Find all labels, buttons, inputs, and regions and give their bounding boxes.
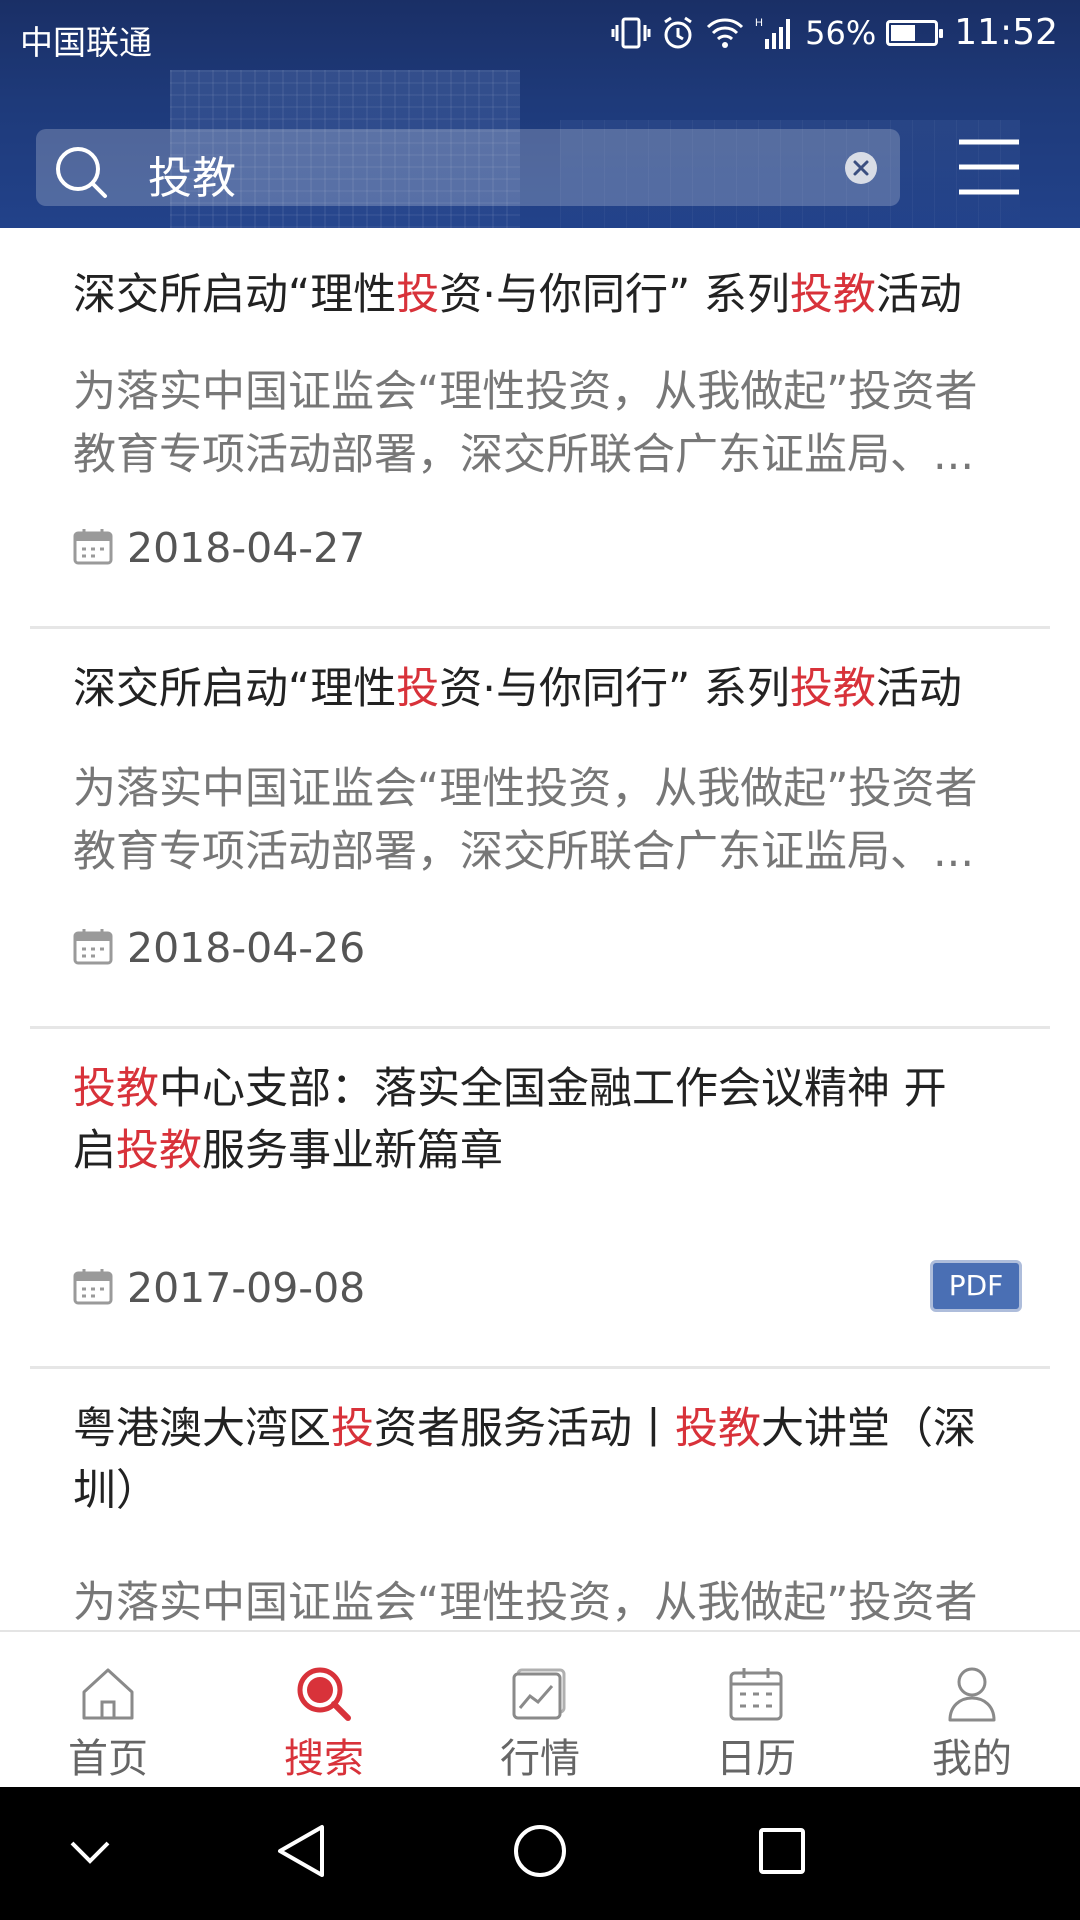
title-line: 圳） (73, 1466, 159, 1516)
summary-line: 为落实中国证监会“理性投资，从我做起”投资者 (73, 764, 978, 814)
home-circle-icon[interactable] (510, 1821, 570, 1885)
tab-home[interactable]: 首页 (0, 1632, 216, 1789)
title-highlight: 投教 (789, 664, 876, 714)
title-segment: 资·与你同行” 系列 (439, 664, 790, 714)
summary-line: 为落实中国证监会“理性投资，从我做起”投资者 (73, 1578, 978, 1628)
result-title: 投教中心支部：落实全国金融工作会议精神 开 启投教服务事业新篇章 (73, 1058, 1043, 1182)
tab-label: 我的 (932, 1736, 1012, 1782)
title-line: 粤港澳大湾区投资者服务活动丨投教大讲堂（深 (73, 1398, 1043, 1460)
tab-profile[interactable]: 我的 (864, 1632, 1080, 1789)
title-highlight: 投教 (73, 1064, 159, 1114)
list-item[interactable]: 粤港澳大湾区投资者服务活动丨投教大讲堂（深 圳） 为落实中国证监会“理性投资，从… (30, 1368, 1050, 1630)
result-date: 2017-09-08 (127, 1264, 366, 1312)
summary-line: 为落实中国证监会“理性投资，从我做起”投资者 (73, 367, 978, 417)
tab-label: 首页 (68, 1736, 148, 1782)
user-icon (942, 1664, 1002, 1724)
list-item[interactable]: 深交所启动“理性投资·与你同行” 系列投教活动 为落实中国证监会“理性投资，从我… (30, 228, 1050, 629)
date-row: 2017-09-08 (73, 1264, 365, 1312)
date-row: 2018-04-26 (73, 924, 365, 972)
vibrate-icon (611, 15, 651, 51)
tab-search[interactable]: 搜索 (216, 1632, 432, 1789)
clear-icon[interactable] (844, 151, 878, 189)
result-date: 2018-04-27 (127, 524, 366, 572)
title-segment: 中心支部：落实全国金融工作会议精神 开 (159, 1064, 947, 1114)
title-segment: 启 (73, 1126, 116, 1176)
result-date: 2018-04-26 (127, 924, 366, 972)
chart-icon (510, 1664, 570, 1724)
list-item[interactable]: 投教中心支部：落实全国金融工作会议精神 开 启投教服务事业新篇章 2017-09… (30, 1028, 1050, 1369)
chevron-down-icon[interactable] (68, 1821, 112, 1885)
title-highlight: 投教 (789, 270, 876, 320)
alarm-icon (661, 15, 695, 51)
tab-calendar[interactable]: 日历 (648, 1632, 864, 1789)
calendar-icon (73, 1267, 113, 1309)
calendar-icon (726, 1664, 786, 1724)
pdf-badge[interactable]: PDF (930, 1260, 1022, 1312)
search-query-text[interactable]: 投教 (148, 142, 236, 206)
summary-line: 教育专项活动部署，深交所联合广东证监局、... (73, 430, 975, 480)
system-navigation-bar (0, 1787, 1080, 1920)
result-summary: 为落实中国证监会“理性投资，从我做起”投资者 (73, 1572, 1043, 1630)
result-title: 深交所启动“理性投资·与你同行” 系列投教活动 (73, 264, 1043, 326)
result-title: 粤港澳大湾区投资者服务活动丨投教大讲堂（深 圳） (73, 1398, 1043, 1522)
title-highlight: 投教 (675, 1404, 761, 1454)
title-segment: 服务事业新篇章 (202, 1126, 503, 1176)
signal-icon: H (755, 15, 795, 51)
status-icons: H 56% 11:52 (611, 12, 1058, 53)
title-segment: 粤港澳大湾区 (73, 1404, 331, 1454)
back-icon[interactable] (272, 1821, 332, 1885)
status-bar: 中国联通 H 56% 11:52 (0, 0, 1080, 72)
title-segment: 活动 (875, 270, 962, 320)
summary-line: 教育专项活动部署，深交所联合广东证监局、... (73, 827, 975, 877)
result-summary: 为落实中国证监会“理性投资，从我做起”投资者 教育专项活动部署，深交所联合广东证… (73, 361, 1043, 487)
title-segment: 活动 (875, 664, 962, 714)
search-icon (52, 143, 110, 205)
battery-percent: 56% (805, 13, 877, 52)
calendar-icon (73, 927, 113, 969)
menu-icon[interactable] (957, 138, 1021, 200)
battery-icon (886, 19, 944, 46)
title-line: 投教中心支部：落实全国金融工作会议精神 开 (73, 1058, 1043, 1120)
title-highlight: 投教 (116, 1126, 202, 1176)
tab-label: 搜索 (284, 1736, 364, 1782)
search-input[interactable]: 投教 (36, 129, 900, 206)
tab-market[interactable]: 行情 (432, 1632, 648, 1789)
status-time: 11:52 (954, 12, 1058, 53)
title-segment: 大讲堂（深 (761, 1404, 976, 1454)
title-segment: 深交所启动“理性 (73, 270, 397, 320)
result-summary: 为落实中国证监会“理性投资，从我做起”投资者 教育专项活动部署，深交所联合广东证… (73, 758, 1043, 884)
title-segment: 资·与你同行” 系列 (439, 270, 790, 320)
recent-apps-icon[interactable] (752, 1821, 812, 1885)
title-segment: 资者服务活动丨 (374, 1404, 675, 1454)
wifi-icon (705, 15, 745, 51)
search-icon (294, 1664, 354, 1724)
title-highlight: 投 (396, 664, 440, 714)
result-title: 深交所启动“理性投资·与你同行” 系列投教活动 (73, 658, 1043, 720)
app-header: 中国联通 H 56% 11:52 投教 (0, 0, 1080, 228)
list-item[interactable]: 深交所启动“理性投资·与你同行” 系列投教活动 为落实中国证监会“理性投资，从我… (30, 628, 1050, 1029)
title-segment: 深交所启动“理性 (73, 664, 397, 714)
search-results-list: 深交所启动“理性投资·与你同行” 系列投教活动 为落实中国证监会“理性投资，从我… (0, 228, 1080, 1630)
bottom-tab-bar: 首页 搜索 行情 日历 我的 (0, 1630, 1080, 1787)
tab-label: 行情 (500, 1736, 580, 1782)
carrier-name: 中国联通 (20, 23, 152, 62)
calendar-icon (73, 527, 113, 569)
svg-text:H: H (755, 17, 763, 29)
title-highlight: 投 (396, 270, 440, 320)
tab-label: 日历 (716, 1736, 796, 1782)
date-row: 2018-04-27 (73, 524, 365, 572)
title-highlight: 投 (331, 1404, 374, 1454)
home-icon (78, 1664, 138, 1724)
title-line: 启投教服务事业新篇章 (73, 1120, 1043, 1182)
